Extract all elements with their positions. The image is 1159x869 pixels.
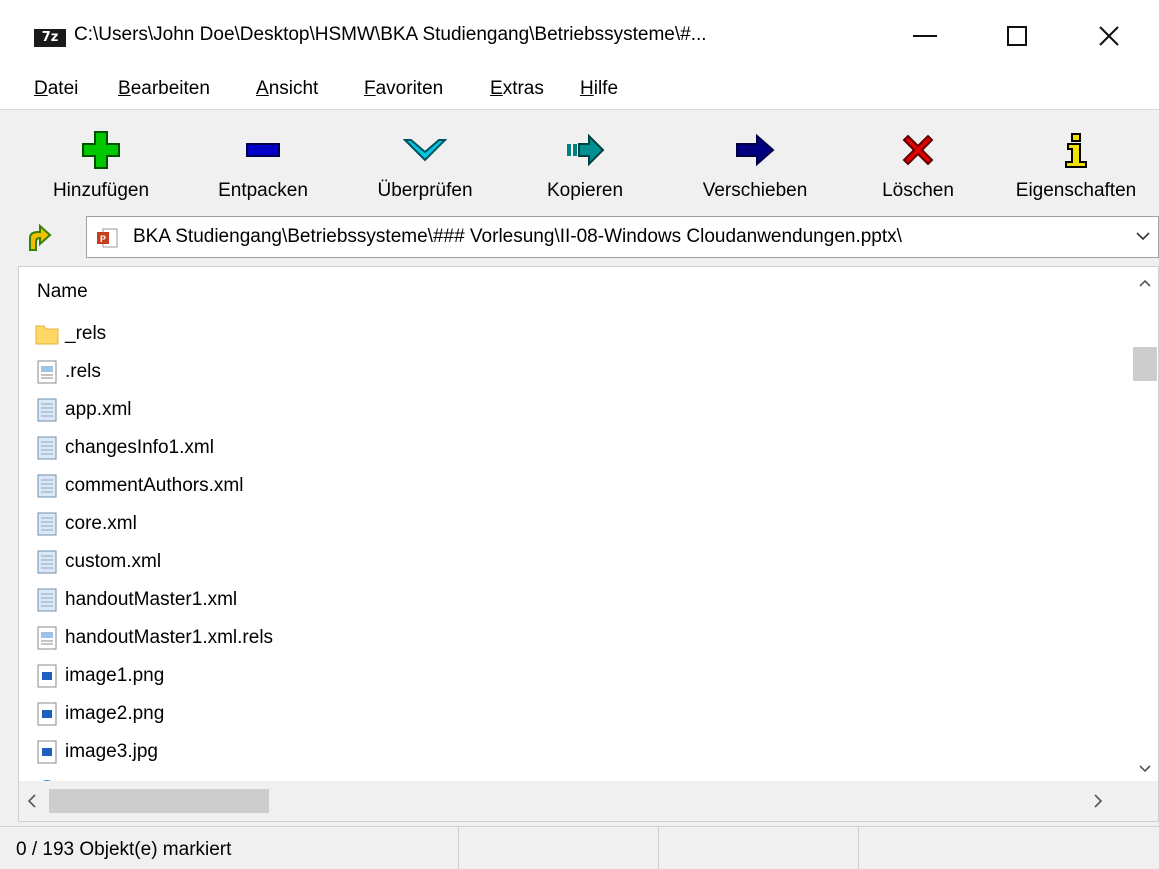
horizontal-scroll-thumb[interactable] [49, 789, 269, 813]
image-file-icon [33, 700, 61, 728]
close-button[interactable] [1070, 10, 1148, 62]
file-name: changesInfo1.xml [65, 437, 214, 458]
move-button[interactable]: Verschieben [680, 110, 830, 208]
file-name: commentAuthors.xml [65, 475, 244, 496]
maximize-icon [1007, 26, 1027, 46]
file-row[interactable]: image1.png [33, 657, 273, 695]
status-bar: 0 / 193 Objekt(e) markiert [0, 826, 1159, 869]
file-row[interactable]: handoutMaster1.xml [33, 581, 273, 619]
file-name: image1.png [65, 665, 165, 686]
powerpoint-file-icon: P [95, 226, 119, 250]
rels-file-icon [33, 624, 61, 652]
plus-icon [79, 128, 123, 172]
file-rows: _rels .rels app.xml changesInfo1.xml comment… [33, 315, 273, 809]
window-title: C:\Users\John Doe\Desktop\HSMW\BKA Studi… [74, 24, 707, 45]
file-row[interactable]: image2.png [33, 695, 273, 733]
checkmark-icon [403, 128, 447, 172]
horizontal-scrollbar[interactable] [19, 781, 1158, 821]
svg-text:P: P [100, 234, 106, 244]
file-list[interactable]: Name _rels .rels app.xml changesInfo1.xml co… [18, 266, 1159, 822]
xml-file-icon [33, 548, 61, 576]
close-icon [1099, 26, 1119, 46]
delete-x-icon [896, 128, 940, 172]
column-header-name[interactable]: Name [37, 281, 88, 303]
status-divider [658, 827, 659, 869]
menu-bearbeiten[interactable]: Bearbeiten [118, 78, 210, 100]
menu-bar: Datei Bearbeiten Ansicht Favoriten Extra… [0, 72, 1159, 110]
copy-button[interactable]: Kopieren [520, 110, 650, 208]
file-name: image2.png [65, 703, 165, 724]
maximize-button[interactable] [978, 10, 1056, 62]
delete-button[interactable]: Löschen [858, 110, 978, 208]
xml-file-icon [33, 472, 61, 500]
up-folder-button[interactable] [26, 223, 52, 251]
minimize-button[interactable] [886, 10, 964, 62]
properties-button[interactable]: Eigenschaften [998, 110, 1154, 208]
file-row[interactable]: image3.jpg [33, 733, 273, 771]
file-name: custom.xml [65, 551, 162, 572]
xml-file-icon [33, 434, 61, 462]
file-name: .rels [65, 361, 101, 382]
minus-icon [241, 128, 285, 172]
vertical-scroll-thumb[interactable] [1133, 347, 1157, 381]
scroll-left-icon[interactable] [27, 794, 37, 812]
scroll-down-icon[interactable] [1139, 761, 1151, 778]
rels-file-icon [33, 358, 61, 386]
status-divider [458, 827, 459, 869]
minimize-icon [913, 35, 937, 37]
chevron-down-icon[interactable] [1134, 227, 1152, 245]
vertical-scrollbar[interactable] [1132, 267, 1158, 779]
scroll-right-icon[interactable] [1093, 794, 1103, 812]
copy-arrow-icon [563, 128, 607, 172]
file-row[interactable]: commentAuthors.xml [33, 467, 273, 505]
file-name: app.xml [65, 399, 132, 420]
file-row[interactable]: changesInfo1.xml [33, 429, 273, 467]
image-file-icon [33, 738, 61, 766]
menu-extras[interactable]: Extras [490, 78, 544, 100]
toolbar: Hinzufügen Entpacken Überprüfen Kopieren [0, 110, 1159, 208]
xml-file-icon [33, 396, 61, 424]
file-row[interactable]: core.xml [33, 505, 273, 543]
file-name: handoutMaster1.xml.rels [65, 627, 274, 648]
image-file-icon [33, 662, 61, 690]
selection-status: 0 / 193 Objekt(e) markiert [16, 839, 232, 860]
add-button[interactable]: Hinzufügen [36, 110, 166, 208]
scroll-up-icon[interactable] [1139, 275, 1151, 292]
file-row[interactable]: custom.xml [33, 543, 273, 581]
info-icon [1054, 128, 1098, 172]
file-name: _rels [65, 323, 107, 344]
address-bar: P BKA Studiengang\Betriebssysteme\### Vo… [0, 210, 1159, 262]
menu-datei[interactable]: Datei [34, 78, 78, 100]
file-name: image3.jpg [65, 741, 158, 762]
menu-hilfe[interactable]: Hilfe [580, 78, 618, 100]
extract-button[interactable]: Entpacken [198, 110, 328, 208]
path-text: BKA Studiengang\Betriebssysteme\### Vorl… [133, 226, 902, 247]
file-row[interactable]: handoutMaster1.xml.rels [33, 619, 273, 657]
menu-favoriten[interactable]: Favoriten [364, 78, 443, 100]
menu-ansicht[interactable]: Ansicht [256, 78, 318, 100]
xml-file-icon [33, 510, 61, 538]
xml-file-icon [33, 586, 61, 614]
7zip-app-icon[interactable]: 7z [34, 29, 66, 47]
up-arrow-icon [29, 223, 52, 251]
test-button[interactable]: Überprüfen [360, 110, 490, 208]
file-row[interactable]: app.xml [33, 391, 273, 429]
move-arrow-icon [733, 128, 777, 172]
path-combobox[interactable]: P BKA Studiengang\Betriebssysteme\### Vo… [86, 216, 1159, 258]
status-divider [858, 827, 859, 869]
file-name: handoutMaster1.xml [65, 589, 238, 610]
file-name: core.xml [65, 513, 137, 534]
folder-icon [33, 320, 61, 348]
title-bar: 7z C:\Users\John Doe\Desktop\HSMW\BKA St… [0, 0, 1159, 72]
file-row[interactable]: _rels [33, 315, 273, 353]
file-row[interactable]: .rels [33, 353, 273, 391]
